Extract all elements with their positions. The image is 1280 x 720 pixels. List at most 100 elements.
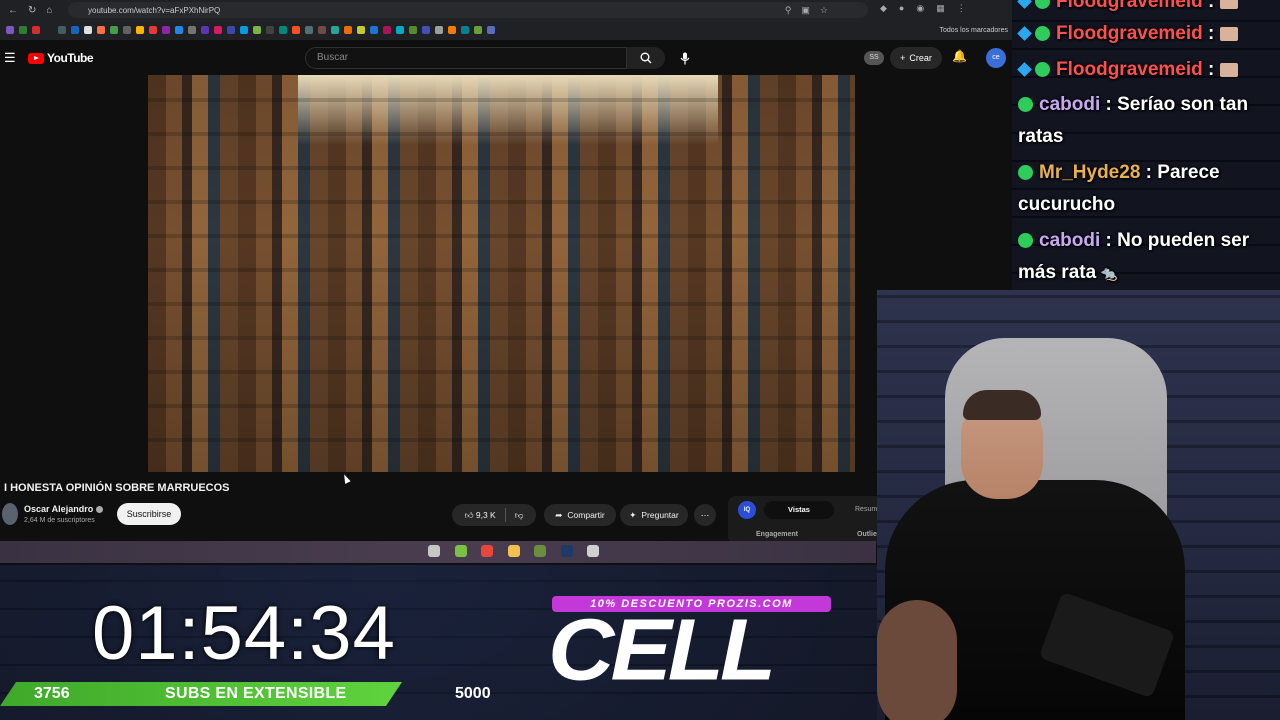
bookmark-favicon[interactable]	[344, 26, 352, 34]
extension-icon[interactable]: ◉	[916, 3, 924, 14]
dislike-button[interactable]: 👎︎	[515, 510, 524, 521]
bookmark-favicon[interactable]	[279, 26, 287, 34]
bookmark-favicon[interactable]	[110, 26, 118, 34]
steam-icon[interactable]	[428, 545, 440, 557]
share-button[interactable]: ➦ Compartir	[544, 504, 616, 526]
bookmark-star-icon[interactable]: ☆	[820, 5, 828, 16]
iq-badge[interactable]: IQ	[738, 501, 756, 519]
bookmark-favicon[interactable]	[123, 26, 131, 34]
bookmark-favicon[interactable]	[19, 26, 27, 34]
search-input[interactable]: Buscar	[305, 47, 627, 69]
microphone-icon	[680, 52, 690, 64]
bookmark-favicon[interactable]	[201, 26, 209, 34]
chat-username[interactable]: cabodi	[1039, 230, 1100, 251]
chat-text: Seríao son tan	[1111, 94, 1249, 115]
subscribe-button[interactable]: Suscribirse	[117, 503, 181, 525]
chrome-icon[interactable]	[481, 545, 493, 557]
tab-vistas[interactable]: Vistas	[764, 501, 834, 519]
create-label: Crear	[909, 53, 932, 63]
bookmark-favicon[interactable]	[396, 26, 404, 34]
bookmark-favicon[interactable]	[45, 26, 53, 34]
minecraft-icon[interactable]	[534, 545, 546, 557]
create-button[interactable]: + Crear	[890, 47, 942, 69]
bookmark-favicon[interactable]	[409, 26, 417, 34]
channel-name-link[interactable]: Oscar Alejandro	[24, 504, 104, 514]
youtube-play-icon	[28, 52, 44, 64]
omnibox-actions: ⚲ ▣ ☆	[785, 5, 828, 16]
chat-username[interactable]: cabodi	[1039, 94, 1100, 115]
account-avatar[interactable]: ce	[986, 48, 1006, 68]
bookmark-favicon[interactable]	[136, 26, 144, 34]
bookmark-favicon[interactable]	[461, 26, 469, 34]
bookmark-favicon[interactable]	[331, 26, 339, 34]
hamburger-menu-icon[interactable]: ☰	[4, 50, 16, 66]
install-icon[interactable]: ▣	[801, 5, 810, 16]
bookmark-favicon[interactable]	[32, 26, 40, 34]
bookmark-favicon[interactable]	[448, 26, 456, 34]
url-input[interactable]: youtube.com/watch?v=aFxPXhNirPQ ⚲ ▣ ☆	[68, 2, 868, 18]
bookmark-favicon[interactable]	[188, 26, 196, 34]
extension-icon[interactable]: ◆	[880, 3, 887, 14]
chat-text: cucurucho	[1018, 194, 1116, 215]
bookmark-favicon[interactable]	[162, 26, 170, 34]
streamer-arm	[877, 600, 957, 720]
bookmark-favicon[interactable]	[71, 26, 79, 34]
photoshop-icon[interactable]	[560, 545, 573, 557]
bookmark-favicon[interactable]	[149, 26, 157, 34]
app-icon[interactable]	[587, 545, 599, 557]
bookmark-favicon[interactable]	[6, 26, 14, 34]
bookmark-favicon[interactable]	[240, 26, 248, 34]
tab-resumen[interactable]: Resum	[855, 506, 877, 513]
bookmark-favicon[interactable]	[357, 26, 365, 34]
chat-badge-icon	[1018, 233, 1033, 249]
like-button[interactable]: 👍︎ 9,3 K	[465, 510, 496, 521]
more-actions-button[interactable]: ⋯	[694, 504, 716, 526]
chat-message-continuation: más rata 🐀	[1018, 257, 1118, 289]
bookmark-favicon[interactable]	[58, 26, 66, 34]
back-icon[interactable]: ←	[8, 5, 18, 16]
bookmark-favicon[interactable]	[292, 26, 300, 34]
voice-search-button[interactable]	[673, 47, 697, 69]
search-button[interactable]	[627, 47, 665, 69]
subs-label: SUBS EN EXTENSIBLE	[165, 685, 347, 702]
bookmark-favicon[interactable]	[435, 26, 443, 34]
all-bookmarks-folder[interactable]: Todos los marcadores	[940, 27, 1008, 34]
folder-icon[interactable]	[507, 545, 520, 557]
ss-badge[interactable]: SS	[864, 51, 884, 65]
chat-username[interactable]: Floodgravemeid	[1056, 59, 1203, 80]
bookmark-favicon[interactable]	[318, 26, 326, 34]
nav-buttons: ← ↻ ⌂	[0, 5, 68, 16]
bookmark-favicon[interactable]	[383, 26, 391, 34]
puzzle-icon[interactable]: ▦	[936, 3, 945, 14]
bookmark-favicon[interactable]	[266, 26, 274, 34]
bookmark-favicon[interactable]	[422, 26, 430, 34]
bookmark-favicon[interactable]	[214, 26, 222, 34]
extension-icon[interactable]: ●	[899, 3, 904, 14]
bookmark-favicon[interactable]	[474, 26, 482, 34]
notifications-bell-icon[interactable]: 🔔	[952, 49, 967, 63]
chat-username[interactable]: Floodgravemeid	[1056, 23, 1203, 44]
bookmark-favicon[interactable]	[97, 26, 105, 34]
chat-username[interactable]: Floodgravemeid	[1056, 0, 1203, 12]
bookmark-favicon[interactable]	[370, 26, 378, 34]
home-icon[interactable]: ⌂	[46, 5, 52, 16]
bookmark-favicon[interactable]	[305, 26, 313, 34]
chat-badge-icon	[1035, 0, 1050, 10]
chat-message: Floodgravemeid :	[1017, 18, 1239, 50]
chat-username[interactable]: Mr_Hyde28	[1039, 162, 1140, 183]
zoom-icon[interactable]: ⚲	[785, 5, 792, 16]
xbox-icon[interactable]	[454, 545, 467, 557]
bookmark-favicon[interactable]	[227, 26, 235, 34]
channel-avatar[interactable]	[2, 503, 18, 525]
bookmark-favicon[interactable]	[84, 26, 92, 34]
chat-separator: :	[1140, 162, 1152, 183]
video-player[interactable]	[148, 75, 855, 472]
ask-button[interactable]: ✦ Preguntar	[620, 504, 688, 526]
bookmark-favicon[interactable]	[175, 26, 183, 34]
reload-icon[interactable]: ↻	[28, 5, 36, 16]
bookmark-favicon[interactable]	[487, 26, 495, 34]
menu-icon[interactable]: ⋮	[957, 3, 966, 14]
chat-text: ratas	[1018, 126, 1064, 147]
bookmark-favicon[interactable]	[253, 26, 261, 34]
youtube-logo[interactable]: YouTube	[28, 51, 94, 65]
